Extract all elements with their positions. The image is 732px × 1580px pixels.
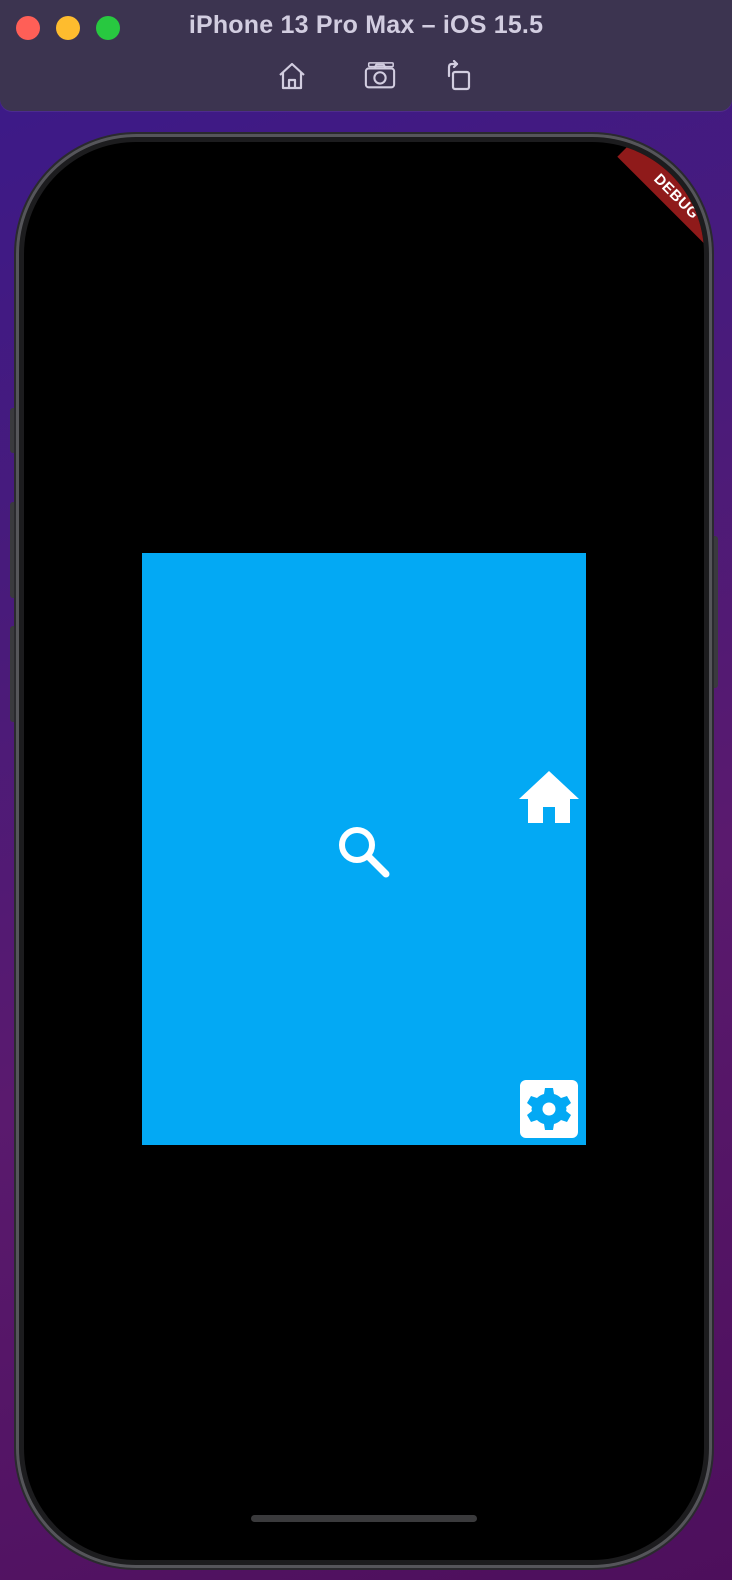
search-button[interactable]: [331, 819, 395, 883]
home-indicator[interactable]: [251, 1515, 477, 1522]
settings-icon: [520, 1080, 578, 1138]
screenshot-button[interactable]: [362, 58, 398, 94]
search-icon: [339, 827, 390, 878]
window-title: iPhone 13 Pro Max – iOS 15.5: [188, 11, 544, 39]
home-icon: [279, 62, 305, 90]
blue-panel: [142, 553, 586, 1145]
settings-button[interactable]: [520, 1080, 578, 1138]
rotate-button[interactable]: [441, 58, 477, 94]
rotate-icon: [447, 60, 471, 91]
home-button[interactable]: [274, 58, 310, 94]
simulator-titlebar: iPhone 13 Pro Max – iOS 15.5: [0, 0, 732, 111]
device-screen: DEBUG: [24, 142, 704, 1560]
home-nav-button[interactable]: [516, 767, 582, 827]
home-icon: [519, 771, 579, 823]
camera-icon: [364, 62, 396, 89]
